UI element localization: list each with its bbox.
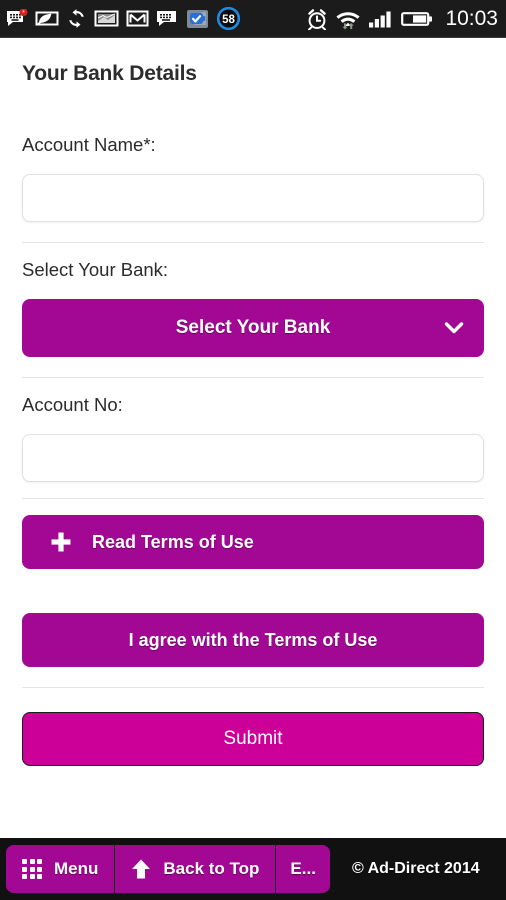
arrow-up-icon: [132, 859, 151, 879]
signal-icon: [369, 11, 392, 27]
status-bar-clock: 10:03: [445, 6, 498, 30]
sms-icon: [157, 11, 176, 26]
read-terms-of-use-button[interactable]: Read Terms of Use: [22, 515, 484, 569]
agree-terms-label: I agree with the Terms of Use: [128, 629, 378, 650]
back-to-top-label: Back to Top: [163, 859, 260, 878]
bottom-nav-group: Menu Back to Top E...: [6, 845, 330, 893]
bank-select-value: Select Your Bank: [175, 317, 331, 338]
back-to-top-button[interactable]: Back to Top: [115, 845, 277, 893]
bottom-toolbar: Menu Back to Top E... © Ad-Direct 2014: [0, 838, 506, 900]
wifi-icon: [336, 11, 361, 29]
submit-button[interactable]: Submit: [22, 712, 484, 766]
battery-icon: [401, 11, 433, 26]
account-no-label: Account No:: [22, 394, 123, 415]
status-bar: * 58 10:03: [0, 0, 506, 38]
menu-button-label: Menu: [54, 859, 99, 878]
gmail-icon: [126, 10, 149, 27]
bank-details-form: Your Bank Details Account Name*: Select …: [0, 38, 506, 838]
menu-button[interactable]: Menu: [6, 845, 116, 893]
read-terms-label: Read Terms of Use: [92, 531, 254, 552]
copyright-text: © Ad-Direct 2014: [351, 860, 480, 877]
svg-text:*: *: [22, 10, 25, 17]
screenshot-icon: [94, 10, 119, 27]
account-name-label: Account Name*:: [22, 134, 156, 155]
page-title: Your Bank Details: [22, 62, 197, 85]
alarm-clock-icon: [308, 8, 327, 30]
leaf-battery-icon: [35, 11, 59, 26]
battery-doctor-icon: [187, 9, 208, 28]
extra-button[interactable]: E...: [276, 845, 330, 893]
sync-icon: [69, 9, 84, 28]
plus-icon: [51, 532, 71, 552]
account-no-input[interactable]: [22, 434, 484, 482]
status-bar-system-icons: 10:03: [306, 7, 498, 31]
bank-select-dropdown[interactable]: Select Your Bank: [22, 299, 484, 357]
notification-count-icon: 58: [217, 7, 240, 30]
account-name-input[interactable]: [22, 174, 484, 222]
agree-terms-button[interactable]: I agree with the Terms of Use: [22, 613, 484, 667]
status-bar-notification-icons: * 58: [6, 7, 306, 30]
messaging-icon: *: [7, 8, 28, 26]
svg-text:58: 58: [222, 14, 235, 26]
grid-icon: [22, 859, 42, 879]
bank-select-label: Select Your Bank:: [22, 259, 169, 280]
chevron-down-icon: [444, 322, 464, 334]
